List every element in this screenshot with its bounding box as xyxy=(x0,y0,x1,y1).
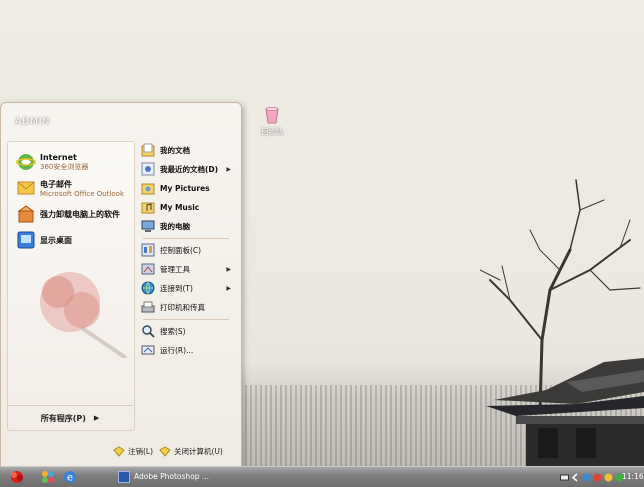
pinned-item-email[interactable]: 电子邮件 Microsoft Office Outlook xyxy=(16,176,124,200)
chevron-right-icon: ▶ xyxy=(226,284,231,292)
clock: 11:16 xyxy=(622,472,644,481)
system-tray xyxy=(560,469,626,485)
chevron-right-icon: ▶ xyxy=(226,165,231,173)
menu-item-label: 控制面板(C) xyxy=(160,245,202,255)
menu-item-label: 我的文档 xyxy=(160,145,190,155)
show-desktop-icon xyxy=(17,231,35,249)
menu-item-label: 连接到(T) xyxy=(160,283,193,293)
menu-item-recent-documents[interactable]: 我最近的文档(D) ▶ xyxy=(141,160,233,178)
task-label: Adobe Photoshop ... xyxy=(134,472,210,481)
menu-item-label: My Music xyxy=(160,202,200,212)
menu-item-my-pictures[interactable]: My Pictures xyxy=(141,179,233,197)
my-documents-icon xyxy=(141,143,155,157)
photoshop-icon xyxy=(118,470,130,483)
chevron-right-icon: ▶ xyxy=(93,414,100,422)
outlook-mail-icon xyxy=(17,181,35,195)
shutdown-button[interactable]: 关闭计算机(U) xyxy=(159,445,223,457)
my-music-icon xyxy=(141,202,155,214)
menu-item-label: 我最近的文档(D) xyxy=(160,164,219,174)
user-name: ADMIN xyxy=(15,117,51,127)
network-icon[interactable] xyxy=(582,473,591,482)
svg-text:e: e xyxy=(67,473,73,484)
quick-launch-desktop-icon[interactable] xyxy=(40,469,56,485)
menu-item-label: 打印机和传真 xyxy=(160,302,205,312)
flower-decoration xyxy=(40,272,128,358)
connect-to-icon xyxy=(141,281,155,295)
menu-item-control-panel[interactable]: 控制面板(C) xyxy=(141,241,233,259)
start-button-flower-icon[interactable] xyxy=(6,469,28,485)
my-pictures-icon xyxy=(141,183,155,195)
menu-item-label: 我的电脑 xyxy=(160,221,190,231)
admin-tools-icon xyxy=(141,263,155,275)
menu-item-my-computer[interactable]: 我的电脑 xyxy=(141,217,233,235)
shutdown-label: 关闭计算机(U) xyxy=(174,446,223,456)
start-menu-footer: 注销(L) 关闭计算机(U) xyxy=(1,437,241,467)
pinned-item-internet[interactable]: Internet 360安全浏览器 xyxy=(16,150,88,174)
antivirus-icon[interactable] xyxy=(604,473,613,482)
pinned-title: 强力卸载电脑上的软件 xyxy=(40,209,120,219)
run-icon xyxy=(141,345,155,355)
taskbar-task-photoshop[interactable]: Adobe Photoshop ... xyxy=(118,469,224,484)
logoff-key-icon xyxy=(113,446,125,457)
printer-fax-icon xyxy=(141,301,155,313)
all-programs-button[interactable]: 所有程序(P) ▶ xyxy=(7,405,133,430)
temple-roof xyxy=(486,358,644,466)
logoff-label: 注销(L) xyxy=(128,446,154,456)
logoff-button[interactable]: 注销(L) xyxy=(113,445,153,457)
menu-item-run[interactable]: 运行(R)... xyxy=(141,341,233,359)
search-icon xyxy=(142,325,155,338)
places-panel: 我的文档 我最近的文档(D) ▶ My Pictures My Music 我的… xyxy=(139,141,235,421)
recent-documents-icon xyxy=(141,162,155,176)
pinned-item-show-desktop[interactable]: 显示桌面 xyxy=(16,228,72,252)
chevron-right-icon: ▶ xyxy=(226,265,231,273)
taskbar: e Adobe Photoshop ... 11:16 xyxy=(0,466,644,487)
pinned-title: 显示桌面 xyxy=(40,235,72,245)
ie-browser-icon xyxy=(16,154,36,170)
menu-item-label: 运行(R)... xyxy=(160,345,194,355)
all-programs-label: 所有程序(P) xyxy=(40,413,86,423)
menu-separator xyxy=(143,319,229,320)
menu-item-connect-to[interactable]: 连接到(T) ▶ xyxy=(141,279,233,297)
menu-separator xyxy=(143,238,229,239)
chevron-left-icon[interactable] xyxy=(571,472,580,482)
pinned-subtitle: 360安全浏览器 xyxy=(40,162,89,171)
pinned-title: 电子邮件 xyxy=(40,179,72,189)
start-menu: ADMIN Internet 360安全浏览器 电子邮件 Microsoft O… xyxy=(0,102,242,468)
quick-launch-ie-icon[interactable]: e xyxy=(62,469,78,485)
recycle-bin[interactable]: 回收站 xyxy=(258,106,286,137)
menu-item-label: My Pictures xyxy=(160,183,210,193)
keyboard-icon[interactable] xyxy=(560,473,569,482)
menu-item-label: 管理工具 xyxy=(160,264,190,274)
menu-item-my-music[interactable]: My Music xyxy=(141,198,233,216)
my-computer-icon xyxy=(141,220,155,232)
pinned-title: Internet xyxy=(40,152,77,162)
shutdown-power-icon xyxy=(159,446,171,457)
control-panel-icon xyxy=(141,243,155,257)
menu-item-admin-tools[interactable]: 管理工具 ▶ xyxy=(141,260,233,278)
pinned-subtitle: Microsoft Office Outlook xyxy=(40,189,124,198)
menu-item-printers-faxes[interactable]: 打印机和传真 xyxy=(141,298,233,316)
pinned-programs-panel: Internet 360安全浏览器 电子邮件 Microsoft Office … xyxy=(7,141,135,431)
uninstall-box-icon xyxy=(17,205,35,223)
recycle-bin-icon xyxy=(265,107,279,124)
pinned-item-uninstall[interactable]: 强力卸载电脑上的软件 xyxy=(16,202,120,226)
menu-item-search[interactable]: 搜索(S) xyxy=(141,322,233,340)
recycle-bin-label: 回收站 xyxy=(261,128,283,136)
menu-item-label: 搜索(S) xyxy=(160,326,186,336)
security-icon[interactable] xyxy=(593,473,602,482)
menu-item-my-documents[interactable]: 我的文档 xyxy=(141,141,233,159)
